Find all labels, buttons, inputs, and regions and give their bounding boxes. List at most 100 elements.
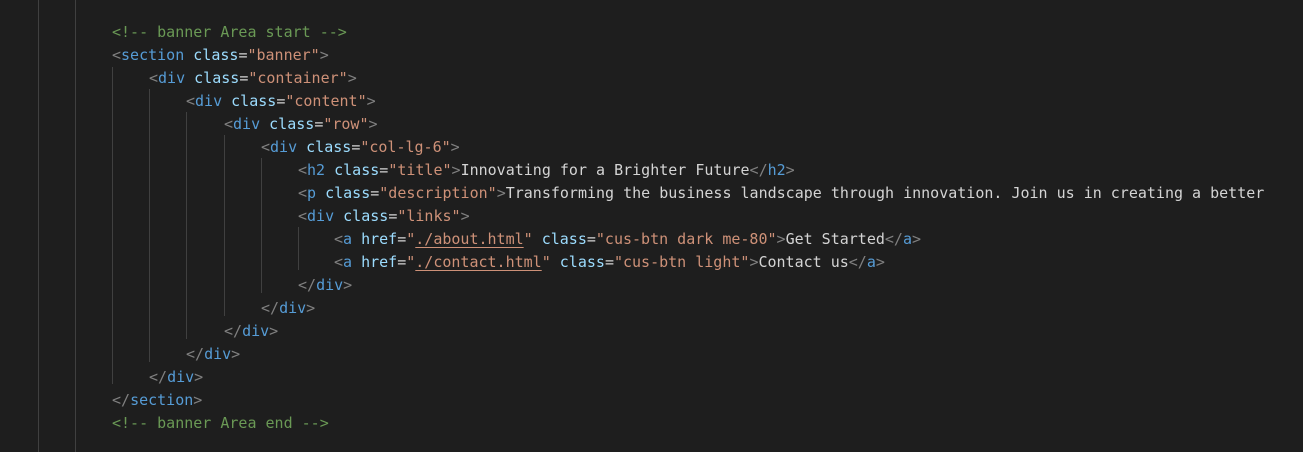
code-token-punct: > (451, 161, 461, 179)
code-token-attr: class (325, 184, 371, 202)
code-token-str: "banner" (247, 46, 320, 64)
code-line[interactable]: <div class="row"> (224, 113, 378, 136)
code-token-attr: class (193, 46, 239, 64)
code-token-str: "links" (397, 207, 461, 225)
code-token-link[interactable]: ./contact.html (415, 253, 541, 271)
code-token-attr: class (306, 138, 352, 156)
code-token-str: "cus-btn dark me-80" (595, 230, 777, 248)
code-token-str: " (541, 253, 551, 271)
code-token-punct: </ (848, 253, 867, 271)
code-token-punct: > (776, 230, 786, 248)
code-token-tag: div (233, 115, 261, 133)
code-token-tag: div (279, 299, 307, 317)
code-editor[interactable]: <!-- banner Area start --> <section class… (0, 0, 1303, 452)
indent-guide-line (75, 0, 76, 452)
code-token-tag: div (316, 276, 344, 294)
code-token-tag: div (195, 92, 223, 110)
code-line[interactable]: </div> (298, 274, 352, 297)
indent-guide-line (149, 89, 150, 362)
code-token-str: "title" (388, 161, 452, 179)
code-token-link[interactable]: ./about.html (415, 230, 523, 248)
code-line[interactable]: <!-- banner Area start --> (112, 21, 347, 44)
code-token-attr: class (334, 161, 380, 179)
code-line[interactable]: <!-- banner Area end --> (112, 412, 329, 435)
code-token-tag: a (343, 253, 353, 271)
code-token-tag: h2 (767, 161, 786, 179)
code-line[interactable]: <h2 class="title">Innovating for a Brigh… (298, 159, 795, 182)
code-token-punct: </ (224, 322, 243, 340)
code-token-tag: div (270, 138, 298, 156)
code-token-str: "description" (379, 184, 497, 202)
code-line[interactable]: <div class="col-lg-6"> (261, 136, 460, 159)
code-token-punct: </ (186, 345, 205, 363)
code-token-str: " (406, 253, 416, 271)
code-token-str: "col-lg-6" (360, 138, 451, 156)
code-token-text: Innovating for a Brighter Future (460, 161, 750, 179)
code-token-attr: class (194, 69, 240, 87)
code-token-comment: <!-- banner Area end --> (112, 414, 329, 432)
code-line[interactable]: <div class="content"> (186, 90, 376, 113)
code-token-punct: > (460, 207, 470, 225)
code-token-tag: div (242, 322, 270, 340)
code-token-attr: class (269, 115, 315, 133)
code-token-comment: <!-- banner Area start --> (112, 23, 347, 41)
code-token-str: "row" (323, 115, 369, 133)
code-token-punct: < (186, 92, 196, 110)
code-line[interactable]: <p class="description">Transforming the … (298, 182, 1264, 205)
code-token-punct: </ (298, 276, 317, 294)
indent-guide-line (112, 67, 113, 384)
code-token-punct: < (334, 253, 344, 271)
code-token-eq: = (397, 230, 407, 248)
code-line[interactable]: <div class="links"> (298, 205, 470, 228)
code-token-punct: < (298, 184, 308, 202)
code-line[interactable]: </div> (149, 366, 203, 389)
code-token-tag: section (121, 46, 185, 64)
code-line[interactable]: <div class="container"> (149, 67, 357, 90)
code-token-eq: = (586, 230, 596, 248)
indent-guide-line (186, 112, 187, 339)
code-token-str: " (523, 230, 533, 248)
code-token-tag: div (204, 345, 232, 363)
code-token-punct: </ (149, 368, 168, 386)
code-token-tag: h2 (307, 161, 326, 179)
code-token-eq: = (388, 207, 398, 225)
code-token-str: "container" (248, 69, 348, 87)
indent-guide-line (298, 227, 299, 270)
code-token-tag: div (307, 207, 335, 225)
code-line[interactable]: <a href="./about.html" class="cus-btn da… (334, 228, 921, 251)
code-token-attr: href (361, 230, 398, 248)
code-line[interactable]: </div> (224, 320, 278, 343)
code-line[interactable]: </section> (112, 389, 202, 412)
code-token-punct: < (112, 46, 122, 64)
code-line[interactable]: <section class="banner"> (112, 44, 329, 67)
code-token-attr: class (541, 230, 587, 248)
code-line[interactable]: </div> (261, 297, 315, 320)
code-token-tag: a (866, 253, 876, 271)
code-token-text: Transforming the business landscape thro… (505, 184, 1265, 202)
code-token-attr: class (343, 207, 389, 225)
code-token-punct: > (343, 276, 353, 294)
code-line[interactable]: <a href="./contact.html" class="cus-btn … (334, 251, 885, 274)
code-token-text: Contact us (758, 253, 849, 271)
code-token-punct: </ (884, 230, 903, 248)
code-token-eq: = (351, 138, 361, 156)
indent-guide-line (38, 0, 39, 452)
code-token-eq: = (239, 69, 249, 87)
code-token-tag: div (167, 368, 195, 386)
code-token-attr: class (231, 92, 277, 110)
code-token-punct: </ (112, 391, 131, 409)
code-token-punct: > (368, 115, 378, 133)
code-token-tag: div (158, 69, 186, 87)
code-token-punct: </ (261, 299, 280, 317)
code-token-punct: > (785, 161, 795, 179)
code-line[interactable]: </div> (186, 343, 240, 366)
code-token-punct: > (231, 345, 241, 363)
code-token-eq: = (370, 184, 380, 202)
